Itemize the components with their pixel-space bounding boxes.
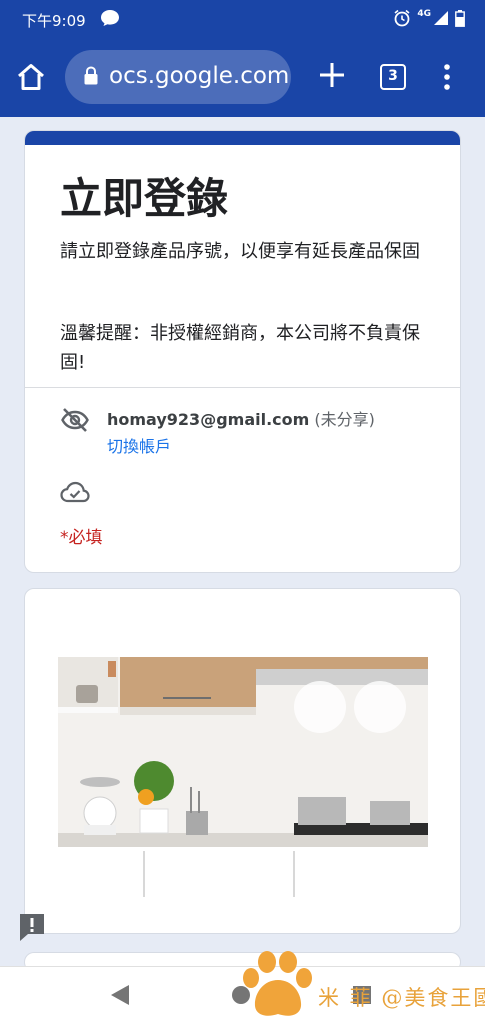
eye-off-icon	[61, 408, 89, 432]
new-tab-icon[interactable]	[317, 60, 347, 90]
browser-toolbar: ocs.google.com 3	[0, 38, 485, 117]
switch-account-link[interactable]: 切換帳戶	[107, 433, 171, 457]
status-bar: 下午9:09 4G	[0, 0, 485, 38]
home-icon[interactable]	[16, 63, 46, 91]
battery-icon	[455, 9, 465, 27]
form-description: 請立即登錄產品序號，以便享有延長產品保固	[60, 241, 420, 262]
watermark-text: 米 菲 @美食王國	[318, 986, 485, 1010]
network-type: 4G	[417, 9, 431, 19]
image-card	[24, 588, 461, 934]
required-note: *必填	[60, 528, 103, 548]
divider	[25, 387, 460, 388]
signal-icon	[434, 11, 448, 25]
form-title: 立即登錄	[60, 174, 229, 223]
status-icons: 4G	[393, 9, 465, 27]
message-bubble-icon	[101, 10, 119, 26]
more-options-icon[interactable]	[440, 63, 454, 91]
address-bar[interactable]: ocs.google.com	[65, 50, 291, 104]
kitchen-photo	[58, 657, 428, 897]
url-text: ocs.google.com	[109, 63, 290, 89]
account-info: homay923@gmail.com (未分享)	[107, 406, 375, 430]
paw-logo-icon	[243, 951, 312, 1016]
kitchen-illustration	[58, 657, 428, 897]
lock-icon	[84, 66, 98, 85]
form-notice: 溫馨提醒：非授權經銷商，本公司將不負責保固!	[60, 323, 420, 373]
tab-switcher-button[interactable]: 3	[380, 64, 406, 90]
cloud-saved-icon	[60, 481, 90, 503]
report-problem-icon[interactable]	[18, 912, 46, 942]
account-email: homay923@gmail.com	[107, 410, 310, 429]
status-time: 下午9:09	[22, 12, 86, 30]
browser-top-bar: 下午9:09 4G ocs.google.com 3	[0, 0, 485, 117]
card-accent-bar	[25, 131, 460, 145]
form-header-card: 立即登錄 請立即登錄產品序號，以便享有延長產品保固 溫馨提醒：非授權經銷商，本公…	[24, 130, 461, 573]
not-shared-label: (未分享)	[314, 410, 375, 429]
alarm-icon	[394, 9, 410, 27]
back-icon[interactable]	[109, 983, 131, 1007]
